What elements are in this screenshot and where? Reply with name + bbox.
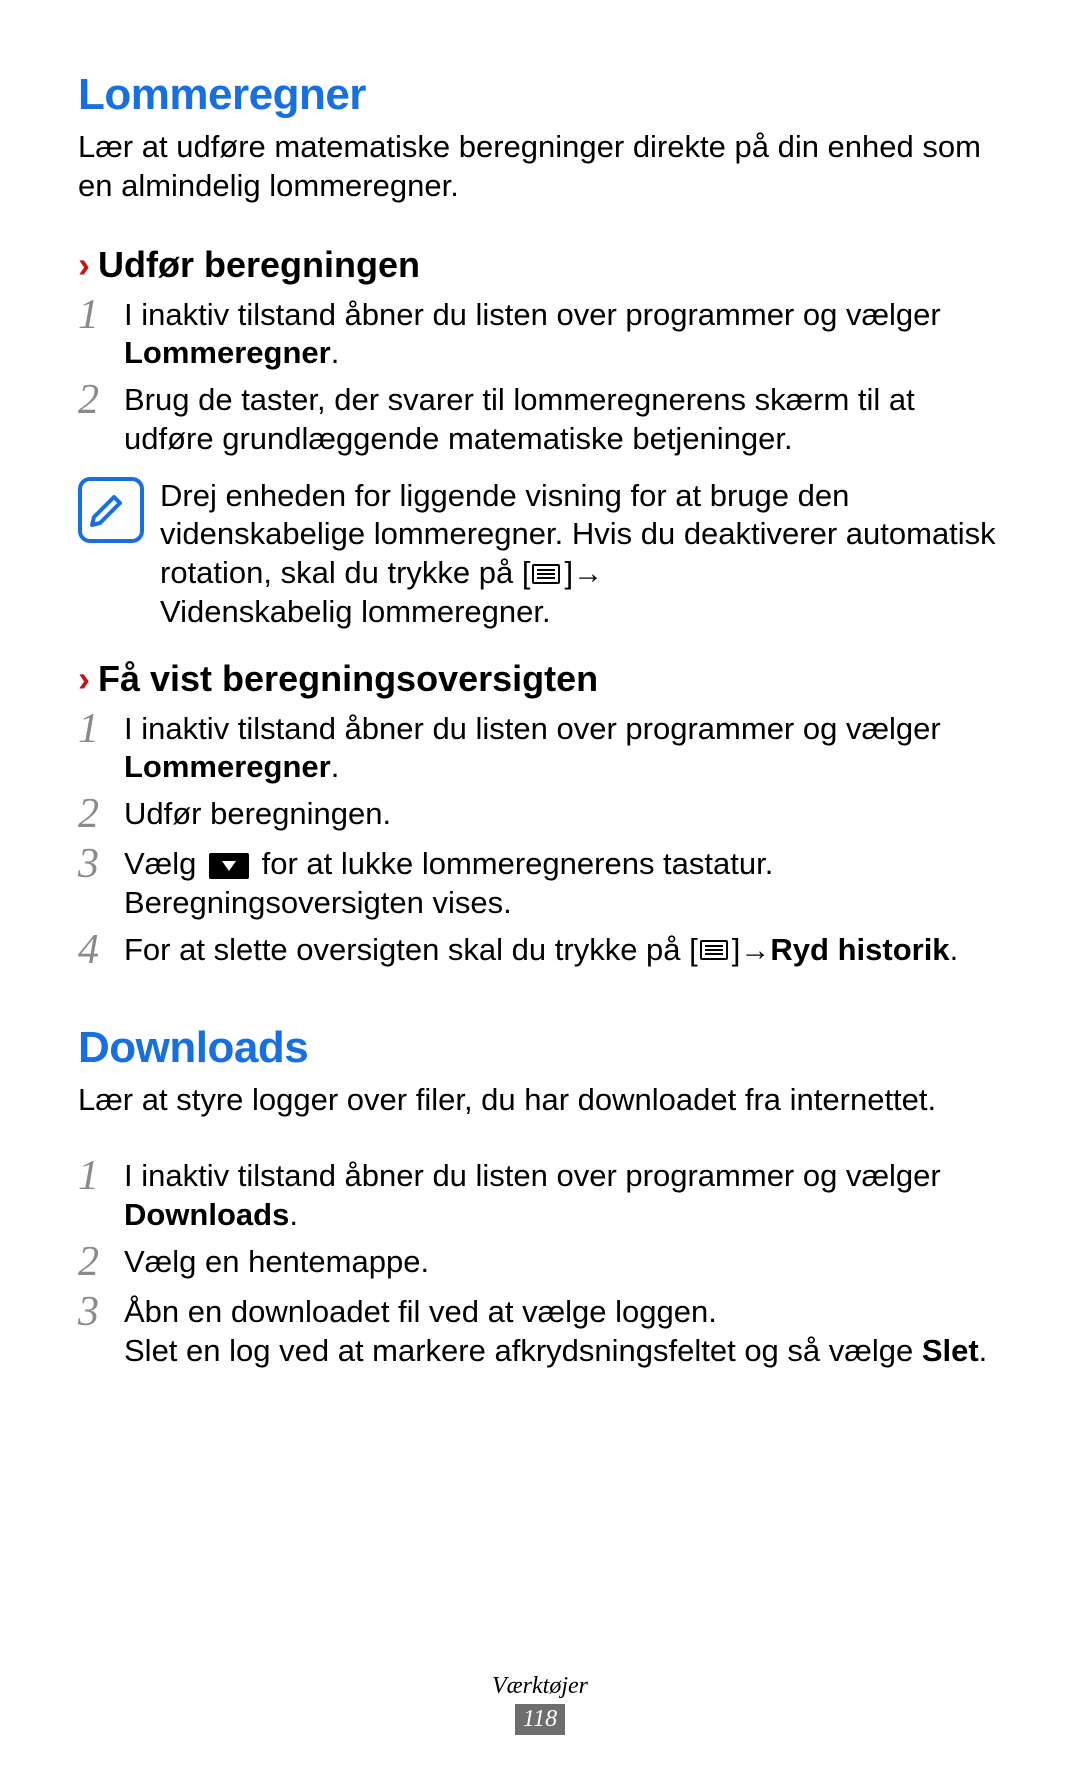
subheading-text: Få vist beregningsoversigten [98,658,598,700]
note-text: Drej enheden for liggende visning for at… [160,477,1002,632]
page-footer: Værktøjer 118 [0,1673,1080,1735]
step-1: 1 I inaktiv tilstand åbner du listen ove… [78,296,1002,374]
step-2: 2 Brug de taster, der svarer til lommere… [78,381,1002,459]
note-box: Drej enheden for liggende visning for at… [78,477,1002,632]
step-2: 2 Vælg en hentemappe. [78,1243,1002,1285]
step-3: 3 Åbn en downloadet fil ved at vælge log… [78,1293,1002,1371]
step-1: 1 I inaktiv tilstand åbner du listen ove… [78,1157,1002,1235]
step-number: 2 [78,793,108,835]
step-text: For at slette oversigten skal du trykke … [124,931,1002,970]
section-title-downloads: Downloads [78,1023,1002,1073]
intro-lommeregner: Lær at udføre matematiske beregninger di… [78,128,1002,206]
step-text: Vælg en hentemappe. [124,1243,1002,1282]
dropdown-icon [209,853,249,879]
step-number: 2 [78,379,108,421]
step-3: 3 Vælg for at lukke lommeregnerens tasta… [78,845,1002,923]
step-text: Udfør beregningen. [124,795,1002,834]
section-title-lommeregner: Lommeregner [78,70,1002,120]
footer-page-number: 118 [515,1704,565,1735]
menu-icon [700,940,730,962]
step-text: Åbn en downloadet fil ved at vælge logge… [124,1293,1002,1371]
step-text: I inaktiv tilstand åbner du listen over … [124,1157,1002,1235]
step-text: Vælg for at lukke lommeregnerens tastatu… [124,845,1002,923]
subheading-fa-vist-beregningsoversigten: › Få vist beregningsoversigten [78,658,1002,700]
step-number: 3 [78,843,108,885]
step-number: 4 [78,929,108,971]
step-4: 4 For at slette oversigten skal du trykk… [78,931,1002,973]
step-text: I inaktiv tilstand åbner du listen over … [124,296,1002,374]
chevron-icon: › [78,658,90,700]
note-pencil-icon [78,477,144,543]
step-text: I inaktiv tilstand åbner du listen over … [124,710,1002,788]
chevron-icon: › [78,244,90,286]
subheading-udfor-beregningen: › Udfør beregningen [78,244,1002,286]
step-number: 1 [78,708,108,750]
footer-category: Værktøjer [0,1673,1080,1700]
intro-downloads: Lær at styre logger over filer, du har d… [78,1081,1002,1120]
step-number: 3 [78,1291,108,1333]
step-number: 1 [78,1155,108,1197]
step-number: 2 [78,1241,108,1283]
document-page: Lommeregner Lær at udføre matematiske be… [0,0,1080,1771]
step-1: 1 I inaktiv tilstand åbner du listen ove… [78,710,1002,788]
step-2: 2 Udfør beregningen. [78,795,1002,837]
menu-icon [532,564,562,586]
step-number: 1 [78,294,108,336]
step-text: Brug de taster, der svarer til lommeregn… [124,381,1002,459]
subheading-text: Udfør beregningen [98,244,420,286]
